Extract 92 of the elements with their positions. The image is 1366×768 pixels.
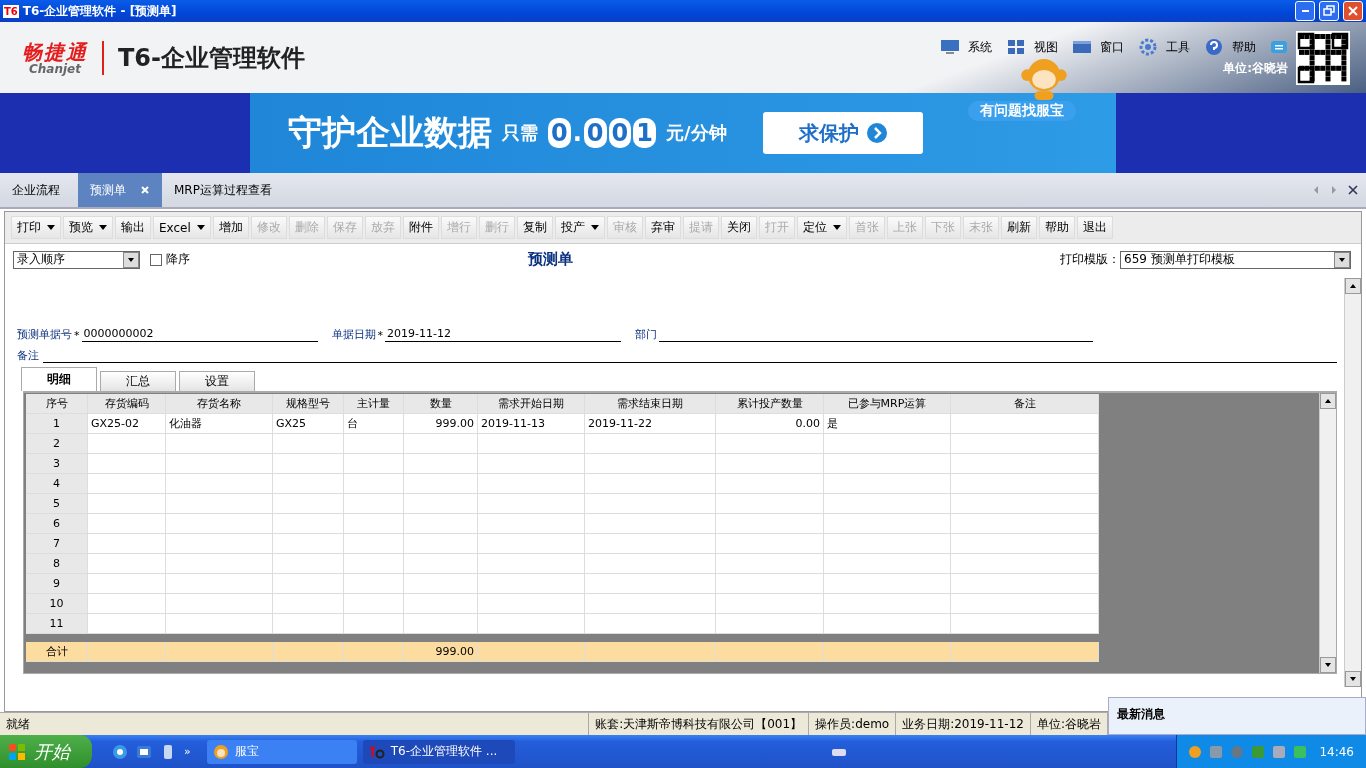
row-number: 9 (26, 574, 88, 594)
unit-label: 单位:谷晓岩 (1223, 60, 1288, 77)
app-logo: T6 (3, 4, 19, 18)
column-header[interactable]: 规格型号 (273, 394, 344, 414)
row-number: 5 (26, 494, 88, 514)
tab[interactable]: 汇总 (100, 371, 176, 391)
more-button[interactable]: » (184, 745, 191, 758)
row-number: 10 (26, 594, 88, 614)
menu-item[interactable]: 帮助 (1204, 38, 1256, 56)
row-number: 合计 (26, 642, 88, 662)
row-number: 11 (26, 614, 88, 634)
required-mark: * (377, 329, 383, 342)
field-label: 备注 (17, 348, 39, 363)
menu-item[interactable]: 工具 (1138, 38, 1190, 56)
column-header[interactable]: 存货名称 (166, 394, 273, 414)
column-header[interactable]: 需求结束日期 (585, 394, 716, 414)
input-field[interactable]: 0000000002 (81, 327, 318, 342)
column-header[interactable]: 累计投产数量 (716, 394, 824, 414)
menu-item[interactable]: 窗口 (1072, 38, 1124, 56)
banner-text: 元/分钟 (665, 121, 727, 145)
news-title: 最新消息 (1117, 707, 1165, 721)
column-header[interactable]: 序号 (26, 394, 88, 414)
clock: 14:46 (1319, 744, 1354, 759)
row-number: 2 (26, 434, 88, 454)
template-dropdown[interactable]: 659 预测单打印模板 (1120, 250, 1351, 269)
price-digit: 0 (548, 118, 571, 148)
taskbar-button[interactable]: T6-企业管理软件 ... (362, 739, 515, 764)
field-label: 单据日期 (331, 327, 376, 342)
column-header[interactable]: 存货编码 (88, 394, 166, 414)
table-cell: GX25 (273, 414, 344, 434)
banner-text: 只需 (502, 121, 538, 145)
brand-logo: 畅捷通 (22, 40, 88, 63)
column-header[interactable]: 数量 (404, 394, 478, 414)
toolbar-button[interactable]: 投产 (554, 216, 605, 239)
form-title: 预测单 (526, 250, 574, 269)
column-header[interactable]: 备注 (951, 394, 1099, 414)
menu-item[interactable]: 系统 (940, 38, 992, 56)
tab[interactable]: 企业流程 (0, 173, 78, 207)
row-number: 3 (26, 454, 88, 474)
toolbar-button[interactable]: 复制 (516, 216, 553, 239)
window-title: T6-企业管理软件 - [预测单] (22, 2, 178, 20)
tab[interactable]: 设置 (179, 371, 255, 391)
column-header[interactable]: 已参与MRP运算 (824, 394, 951, 414)
toolbar-button[interactable]: Excel (153, 216, 211, 239)
table-cell: 化油器 (166, 414, 273, 434)
row-number: 8 (26, 554, 88, 574)
table-cell: 是 (824, 414, 951, 434)
toolbar-button[interactable]: 刷新 (1000, 216, 1037, 239)
table-cell: 台 (344, 414, 404, 434)
tab[interactable]: 明细 (21, 367, 97, 391)
price-digit: 1 (633, 118, 656, 148)
required-mark: * (74, 329, 80, 342)
table-cell: 999.00 (404, 642, 478, 662)
toolbar-button[interactable]: 退出 (1076, 216, 1113, 239)
toolbar-button[interactable]: 定位 (796, 216, 847, 239)
price-digit: 0 (583, 118, 607, 148)
tab[interactable]: MRP运算过程查看 (162, 173, 284, 207)
field-label: 部门 (635, 327, 657, 342)
toolbar-button[interactable]: 预览 (63, 216, 113, 239)
price-digit: . (572, 119, 582, 147)
toolbar-button[interactable]: 输出 (115, 216, 151, 239)
toolbar-button[interactable]: 关闭 (720, 216, 757, 239)
table-cell: 0.00 (716, 414, 824, 434)
toolbar-button[interactable]: 打印 (11, 216, 61, 239)
toolbar-button[interactable]: 附件 (402, 216, 439, 239)
field-label: 预测单据号 (17, 327, 72, 342)
banner-headline: 守护企业数据 (288, 111, 492, 154)
row-number: 4 (26, 474, 88, 494)
protect-button[interactable]: 求保护 (762, 112, 923, 154)
tab[interactable]: 预测单 (78, 173, 162, 207)
toolbar-button[interactable]: 增加 (212, 216, 249, 239)
row-number: 6 (26, 514, 88, 534)
menu-item[interactable]: 视图 (1006, 38, 1058, 56)
taskbar-button[interactable]: 服宝 (206, 739, 357, 764)
row-number: 1 (26, 414, 88, 434)
checkbox-label: 降序 (166, 251, 190, 268)
sort-dropdown[interactable]: 录入顺序 (13, 250, 140, 269)
price-digit: 0 (608, 118, 632, 148)
brand-subtitle: Chanjet (29, 62, 81, 75)
row-number: 7 (26, 534, 88, 554)
table-cell: 2019-11-22 (585, 414, 716, 434)
template-label: 打印模版： (1060, 251, 1120, 268)
table-cell: GX25-02 (88, 414, 166, 434)
input-field[interactable]: 2019-11-12 (385, 327, 621, 342)
toolbar-button[interactable]: 帮助 (1038, 216, 1075, 239)
product-title: T6-企业管理软件 (118, 42, 306, 74)
table-cell: 999.00 (404, 414, 478, 434)
toolbar-button[interactable]: 弃审 (644, 216, 681, 239)
table-cell: 2019-11-13 (478, 414, 585, 434)
status-text: 就绪 (5, 715, 31, 733)
column-header[interactable]: 主计量 (344, 394, 404, 414)
column-header[interactable]: 需求开始日期 (478, 394, 585, 414)
